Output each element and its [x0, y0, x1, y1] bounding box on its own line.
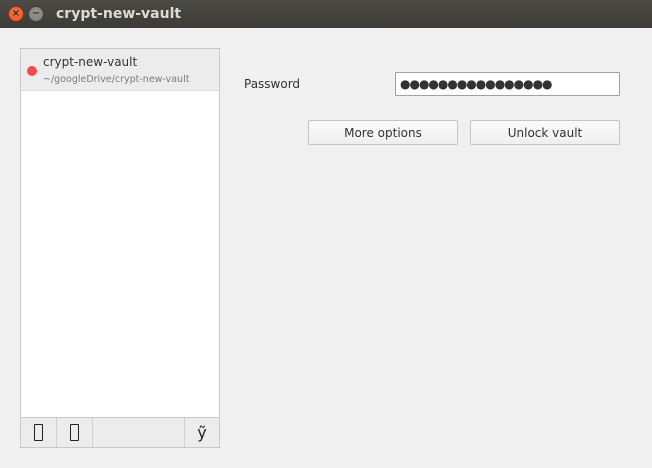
title-bar: × − crypt-new-vault	[0, 0, 652, 28]
remove-vault-button[interactable]	[57, 418, 93, 447]
locked-status-icon	[27, 66, 37, 76]
vault-list-toolbar: ỹ	[20, 417, 220, 448]
settings-icon: ỹ	[197, 423, 207, 442]
add-vault-icon	[34, 424, 43, 441]
vault-name: crypt-new-vault	[43, 55, 138, 69]
toolbar-spacer	[93, 418, 185, 447]
minimize-window-button[interactable]: −	[28, 6, 44, 22]
password-input[interactable]	[395, 72, 620, 96]
close-icon: ×	[11, 8, 21, 19]
remove-vault-icon	[70, 424, 79, 441]
password-label: Password	[244, 77, 301, 91]
add-vault-button[interactable]	[21, 418, 57, 447]
vault-list: crypt-new-vault ~/googleDrive/crypt-new-…	[20, 48, 220, 418]
more-options-button[interactable]: More options	[308, 120, 458, 145]
vault-path: ~/googleDrive/crypt-new-vault	[43, 74, 190, 85]
vault-list-item[interactable]: crypt-new-vault ~/googleDrive/crypt-new-…	[21, 49, 219, 91]
unlock-vault-button[interactable]: Unlock vault	[470, 120, 620, 145]
minimize-icon: −	[31, 8, 41, 19]
close-window-button[interactable]: ×	[8, 6, 24, 22]
settings-button[interactable]: ỹ	[184, 418, 219, 447]
window-title: crypt-new-vault	[56, 6, 182, 22]
